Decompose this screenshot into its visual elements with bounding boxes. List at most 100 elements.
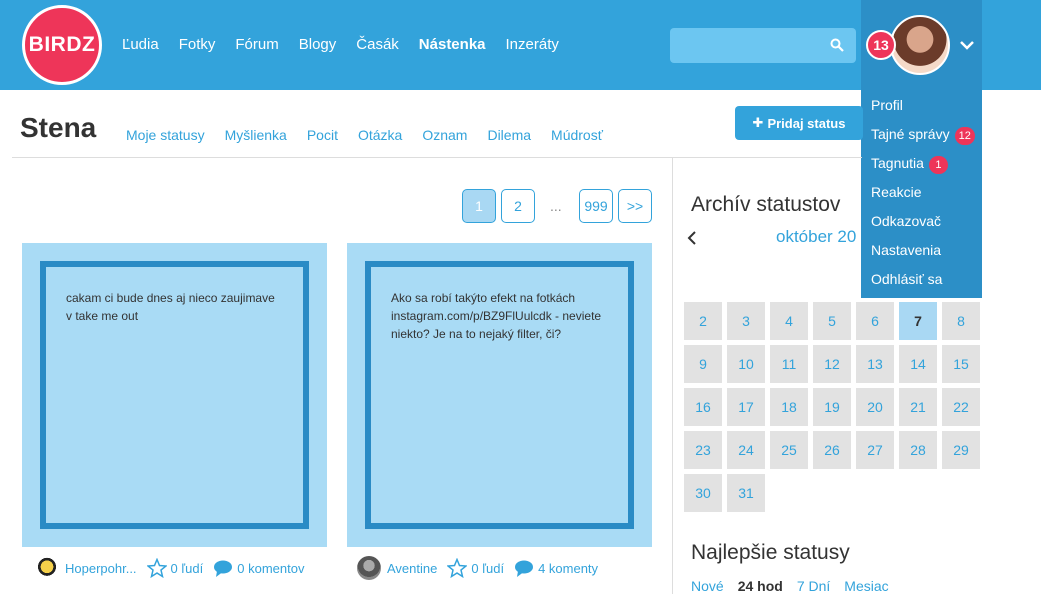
calendar-day[interactable]: 21 — [899, 388, 937, 426]
calendar-day[interactable]: 8 — [942, 302, 980, 340]
column-divider — [672, 158, 673, 594]
comments-link[interactable]: 4 komenty — [538, 561, 598, 576]
calendar-day[interactable]: 27 — [856, 431, 894, 469]
calendar-day[interactable]: 30 — [684, 474, 722, 512]
calendar-day[interactable]: 9 — [684, 345, 722, 383]
calendar-day[interactable]: 17 — [727, 388, 765, 426]
user-avatar[interactable] — [890, 15, 950, 75]
page-title: Stena — [20, 112, 97, 143]
calendar-day[interactable]: 13 — [856, 345, 894, 383]
tab-24-hod[interactable]: 24 hod — [738, 578, 783, 594]
pagination-ellipsis: ... — [550, 198, 562, 214]
status-card-frame: Ako sa robí takýto efekt na fotkách inst… — [365, 261, 634, 529]
chevron-left-icon[interactable] — [686, 230, 698, 246]
calendar-day[interactable]: 2 — [684, 302, 722, 340]
author-avatar[interactable] — [357, 556, 381, 580]
status-meta: Hoperpohr... 0 ľudí 0 komentov — [35, 556, 304, 580]
tab-myslienka[interactable]: Myšlienka — [225, 127, 287, 143]
nav-nastenka[interactable]: Nástenka — [419, 36, 486, 53]
menu-label: Profil — [871, 97, 903, 113]
tab-dilema[interactable]: Dilema — [487, 127, 531, 143]
star-icon[interactable] — [447, 558, 468, 578]
calendar-day[interactable]: 31 — [727, 474, 765, 512]
calendar-day[interactable]: 16 — [684, 388, 722, 426]
calendar-day[interactable]: 5 — [813, 302, 851, 340]
menu-item-nastavenia[interactable]: Nastavenia — [871, 241, 975, 270]
menu-label: Odkazovač — [871, 213, 942, 229]
comments-link[interactable]: 0 komentov — [237, 561, 304, 576]
tab-pocit[interactable]: Pocit — [307, 127, 338, 143]
tab-nove[interactable]: Nové — [691, 578, 724, 594]
menu-label: Nastavenia — [871, 242, 942, 258]
calendar-day[interactable]: 23 — [684, 431, 722, 469]
tab-mesiac[interactable]: Mesiac — [844, 578, 888, 594]
menu-item-tagnutia[interactable]: Tagnutia 1 — [871, 154, 975, 183]
user-menu: Profil Tajné správy 12 Tagnutia 1 Reakcie … — [871, 96, 975, 299]
calendar-day[interactable]: 7 — [899, 302, 937, 340]
calendar-day[interactable]: 26 — [813, 431, 851, 469]
calendar-day[interactable]: 15 — [942, 345, 980, 383]
likes-count[interactable]: 0 ľudí — [471, 561, 504, 576]
tab-moje-statusy[interactable]: Moje statusy — [126, 127, 205, 143]
add-status-button[interactable]: ✚ Pridaj status — [735, 106, 863, 140]
search-icon[interactable] — [830, 38, 844, 52]
menu-item-odkazovac[interactable]: Odkazovač — [871, 212, 975, 241]
calendar-month[interactable]: október 20 — [776, 227, 856, 247]
status-text: cakam ci bude dnes aj nieco zaujimave v … — [66, 291, 275, 323]
calendar-day[interactable]: 29 — [942, 431, 980, 469]
calendar-day[interactable]: 14 — [899, 345, 937, 383]
comment-icon[interactable] — [514, 558, 534, 578]
calendar-day[interactable]: 18 — [770, 388, 808, 426]
author-link[interactable]: Hoperpohr... — [65, 561, 137, 576]
nav-forum[interactable]: Fórum — [235, 36, 278, 53]
calendar-day[interactable]: 25 — [770, 431, 808, 469]
menu-item-profil[interactable]: Profil — [871, 96, 975, 125]
status-card[interactable]: cakam ci bude dnes aj nieco zaujimave v … — [22, 243, 327, 547]
calendar-day[interactable]: 10 — [727, 345, 765, 383]
menu-item-reakcie[interactable]: Reakcie — [871, 183, 975, 212]
add-status-label: Pridaj status — [767, 115, 846, 131]
calendar-day[interactable]: 22 — [942, 388, 980, 426]
page-button-last[interactable]: 999 — [579, 189, 613, 223]
nav-casak[interactable]: Časák — [356, 36, 399, 53]
chevron-down-icon[interactable] — [959, 38, 975, 52]
star-icon[interactable] — [146, 558, 167, 578]
tags-badge: 1 — [928, 156, 948, 174]
birdz-logo[interactable]: BIRDZ — [22, 5, 102, 85]
calendar-day[interactable]: 12 — [813, 345, 851, 383]
calendar-day[interactable]: 3 — [727, 302, 765, 340]
tab-otazka[interactable]: Otázka — [358, 127, 402, 143]
status-card[interactable]: Ako sa robí takýto efekt na fotkách inst… — [347, 243, 652, 547]
author-avatar[interactable] — [35, 556, 59, 580]
nav-blogy[interactable]: Blogy — [299, 36, 337, 53]
author-link[interactable]: Aventine — [387, 561, 437, 576]
page-button-1[interactable]: 1 — [462, 189, 496, 223]
menu-item-odhlasit[interactable]: Odhlásiť sa — [871, 270, 975, 299]
calendar-day[interactable]: 6 — [856, 302, 894, 340]
notification-badge[interactable]: 13 — [866, 30, 896, 60]
tab-oznam[interactable]: Oznam — [422, 127, 467, 143]
status-text: Ako sa robí takýto efekt na fotkách inst… — [391, 291, 602, 341]
nav-inzeraty[interactable]: Inzeráty — [506, 36, 559, 53]
calendar-day[interactable]: 11 — [770, 345, 808, 383]
status-card-frame: cakam ci bude dnes aj nieco zaujimave v … — [40, 261, 309, 529]
menu-item-tajne-spravy[interactable]: Tajné správy 12 — [871, 125, 975, 154]
calendar-day[interactable]: 28 — [899, 431, 937, 469]
search-input[interactable] — [670, 28, 856, 63]
menu-label: Reakcie — [871, 184, 922, 200]
comment-icon[interactable] — [213, 558, 233, 578]
tab-mudrost[interactable]: Múdrosť — [551, 127, 603, 143]
nav-ludia[interactable]: Ľudia — [122, 36, 159, 53]
calendar-day[interactable]: 4 — [770, 302, 808, 340]
page-button-2[interactable]: 2 — [501, 189, 535, 223]
calendar-day[interactable]: 20 — [856, 388, 894, 426]
calendar-day[interactable]: 24 — [727, 431, 765, 469]
calendar-day[interactable]: 19 — [813, 388, 851, 426]
page-next-button[interactable]: >> — [618, 189, 652, 223]
menu-label: Tajné správy — [871, 126, 950, 142]
likes-count[interactable]: 0 ľudí — [171, 561, 204, 576]
archive-title: Archív statustov — [691, 193, 841, 216]
nav-fotky[interactable]: Fotky — [179, 36, 216, 53]
tab-7-dni[interactable]: 7 Dní — [797, 578, 830, 594]
plus-icon: ✚ — [752, 115, 764, 130]
